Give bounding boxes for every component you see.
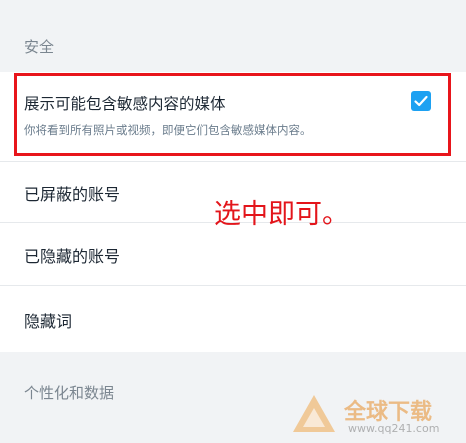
muted-words-label: 隐藏词 — [24, 312, 73, 331]
blocked-accounts-label: 已屏蔽的账号 — [24, 185, 121, 204]
annotation-text: 选中即可。 — [214, 199, 349, 230]
muted-words-item[interactable]: 隐藏词 — [0, 286, 466, 352]
section-header-security: 安全 — [0, 0, 466, 72]
watermark-url: www.qq241.com — [348, 422, 440, 435]
muted-accounts-label: 已隐藏的账号 — [24, 247, 121, 266]
section-title: 安全 — [24, 38, 55, 56]
muted-accounts-item[interactable]: 已隐藏的账号 — [0, 223, 466, 286]
watermark-logo-icon — [293, 395, 335, 432]
highlight-box — [14, 73, 451, 156]
section-title: 个性化和数据 — [24, 384, 115, 402]
watermark: 全球下载 www.qq241.com — [290, 390, 460, 440]
